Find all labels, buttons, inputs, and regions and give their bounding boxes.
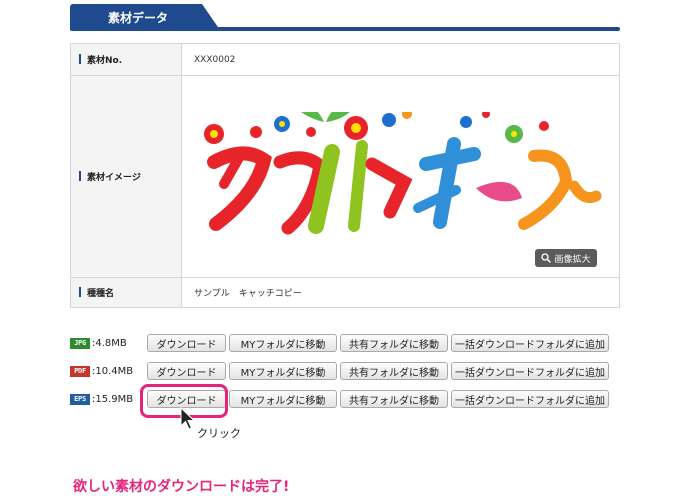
download-row-jpg: JPG :4.8MB ダウンロード MYフォルダに移動 共有フォルダに移動 一括… (70, 332, 612, 354)
section-header: 素材データ (70, 4, 620, 31)
pdf-format-icon: PDF (70, 365, 90, 377)
material-info-table: 素材No. XXX0002 素材イメージ 画像拡大 種種名 サンプル キャッチコ… (70, 43, 620, 308)
material-image-cell: 画像拡大 (181, 75, 620, 278)
mouse-cursor-icon (180, 407, 196, 430)
click-label: クリック (197, 427, 241, 440)
add-to-bulk-download-button[interactable]: 一括ダウンロードフォルダに追加 (451, 362, 609, 380)
material-image-header: 素材イメージ (70, 75, 182, 278)
material-type-label: 種種名 (87, 289, 115, 299)
download-button[interactable]: ダウンロード (147, 362, 226, 380)
material-image-label: 素材イメージ (87, 173, 141, 183)
section-title: 素材データ (108, 11, 169, 25)
flower-icon (204, 112, 549, 144)
move-to-shared-folder-button[interactable]: 共有フォルダに移動 (340, 390, 448, 408)
download-button[interactable]: ダウンロード (147, 334, 226, 352)
zoom-image-label: 画像拡大 (554, 254, 591, 265)
file-size: :4.8MB (92, 337, 127, 349)
eps-format-icon: EPS (70, 393, 90, 405)
add-to-bulk-download-button[interactable]: 一括ダウンロードフォルダに追加 (451, 334, 609, 352)
material-no-header: 素材No. (70, 43, 182, 76)
jpg-format-icon: JPG (70, 337, 90, 349)
move-to-my-folder-button[interactable]: MYフォルダに移動 (229, 390, 337, 408)
move-to-shared-folder-button[interactable]: 共有フォルダに移動 (340, 362, 448, 380)
material-no-value: XXX0002 (181, 43, 620, 76)
material-type-header: 種種名 (70, 277, 182, 308)
file-size: :15.9MB (92, 393, 134, 405)
zoom-image-button[interactable]: 画像拡大 (535, 249, 597, 267)
material-type-value: サンプル キャッチコピー (181, 277, 620, 308)
move-to-my-folder-button[interactable]: MYフォルダに移動 (229, 334, 337, 352)
add-to-bulk-download-button[interactable]: 一括ダウンロードフォルダに追加 (451, 390, 609, 408)
move-to-my-folder-button[interactable]: MYフォルダに移動 (229, 362, 337, 380)
magnifier-icon (541, 253, 552, 263)
grand-open-logo[interactable] (204, 112, 604, 262)
download-complete-message: 欲しい素材のダウンロードは完了! (73, 479, 290, 495)
file-size: :10.4MB (92, 365, 134, 377)
download-row-pdf: PDF :10.4MB ダウンロード MYフォルダに移動 共有フォルダに移動 一… (70, 360, 612, 382)
move-to-shared-folder-button[interactable]: 共有フォルダに移動 (340, 334, 448, 352)
